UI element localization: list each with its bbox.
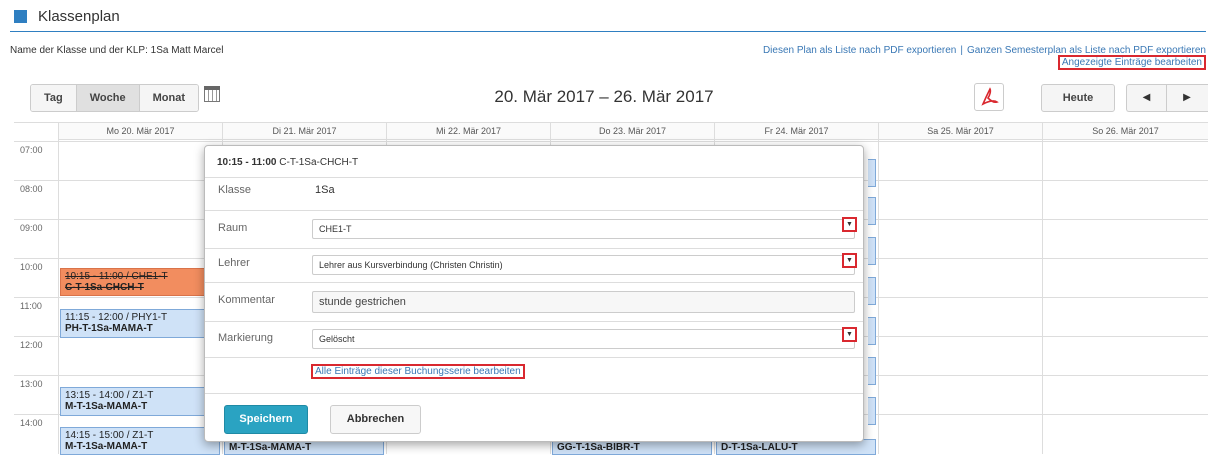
class-klp-name: Name der Klasse und der KLP: 1Sa Matt Ma…: [10, 45, 224, 56]
calendar-event-edge[interactable]: [868, 277, 876, 305]
divider: [205, 282, 863, 283]
raum-label: Raum: [218, 222, 248, 234]
divider: [205, 357, 863, 358]
time-label: 09:00: [20, 223, 43, 233]
divider: [205, 248, 863, 249]
calendar-event-edge[interactable]: [868, 357, 876, 385]
raum-select[interactable]: CHE1-T ▼: [312, 217, 857, 239]
divider: [205, 393, 863, 394]
event-title: D-T-1Sa-LALU-T: [721, 442, 798, 453]
chevron-down-icon[interactable]: ▼: [842, 327, 857, 342]
calendar-event[interactable]: 13:15 - 14:00 / Z1-T M-T-1Sa-MAMA-T: [60, 387, 220, 416]
calendar-event[interactable]: 11:15 - 12:00 / PHY1-T PH-T-1Sa-MAMA-T: [60, 309, 220, 338]
hour-gridline: [14, 141, 1208, 142]
day-header: Fr 24. Mär 2017: [714, 123, 878, 140]
klasse-value: 1Sa: [315, 184, 335, 196]
popup-title: 10:15 - 11:00 C-T-1Sa-CHCH-T: [217, 157, 358, 168]
save-button[interactable]: Speichern: [224, 405, 308, 434]
event-time: 10:15 - 11:00 / CHE1-T: [65, 271, 168, 282]
event-title: M-T-1Sa-MAMA-T: [229, 442, 312, 453]
calendar-event[interactable]: 10:15 - 11:00 / CHE1-T C-T-1Sa-CHCH-T: [60, 268, 220, 296]
prev-week-button[interactable]: ◀: [1127, 85, 1167, 111]
markierung-select-value: Gelöscht: [319, 334, 355, 344]
day-header: Mo 20. Mär 2017: [58, 123, 222, 140]
day-column-divider: [58, 123, 59, 454]
event-title: GG-T-1Sa-BIBR-T: [557, 442, 640, 453]
divider: [205, 177, 863, 178]
day-column-divider: [1042, 123, 1043, 454]
calendar-event-edge[interactable]: [868, 237, 876, 265]
day-header: Mi 22. Mär 2017: [386, 123, 550, 140]
calendar-event[interactable]: 14:15 - 15:00 / Z1-T M-T-1Sa-MAMA-T: [60, 427, 220, 455]
pdf-icon: [981, 87, 999, 106]
event-time: 14:15 - 15:00 / Z1-T: [65, 430, 154, 441]
calendar-event-edge[interactable]: [868, 197, 876, 225]
time-label: 14:00: [20, 418, 43, 428]
kommentar-label: Kommentar: [218, 294, 275, 306]
raum-select-value: CHE1-T: [319, 224, 352, 234]
pdf-export-button[interactable]: [974, 83, 1004, 111]
event-title: M-T-1Sa-MAMA-T: [65, 441, 148, 452]
edit-displayed-entries-link[interactable]: Angezeigte Einträge bearbeiten: [1057, 55, 1206, 70]
kommentar-input[interactable]: stunde gestrichen: [312, 291, 855, 313]
lehrer-label: Lehrer: [218, 257, 250, 269]
cancel-button[interactable]: Abbrechen: [330, 405, 421, 434]
chevron-down-icon[interactable]: ▼: [842, 253, 857, 268]
date-range-title: 20. Mär 2017 – 26. Mär 2017: [494, 87, 714, 106]
today-button[interactable]: Heute: [1041, 84, 1115, 112]
calendar-toolbar: Tag Woche Monat 20. Mär 2017 – 26. Mär 2…: [0, 80, 1208, 114]
event-title: M-T-1Sa-MAMA-T: [65, 401, 148, 412]
time-label: 10:00: [20, 262, 43, 272]
chevron-down-icon[interactable]: ▼: [842, 217, 857, 232]
popup-event-name: C-T-1Sa-CHCH-T: [279, 157, 359, 168]
day-header: Di 21. Mär 2017: [222, 123, 386, 140]
markierung-select[interactable]: Gelöscht ▼: [312, 327, 857, 349]
day-header: So 26. Mär 2017: [1042, 123, 1208, 140]
event-time: 11:15 - 12:00 / PHY1-T: [65, 312, 168, 323]
link-separator: |: [960, 45, 963, 56]
divider: [205, 210, 863, 211]
title-marker: [14, 10, 27, 23]
edit-series-link[interactable]: Alle Einträge dieser Buchungsserie bearb…: [311, 364, 525, 379]
page-title: Klassenplan: [38, 8, 120, 25]
time-label: 13:00: [20, 379, 43, 389]
calendar-event-edge[interactable]: [868, 159, 876, 187]
event-time: 13:15 - 14:00 / Z1-T: [65, 390, 154, 401]
day-header: Do 23. Mär 2017: [550, 123, 714, 140]
event-title: C-T-1Sa-CHCH-T: [65, 282, 144, 293]
lehrer-select[interactable]: Lehrer aus Kursverbindung (Christen Chri…: [312, 253, 857, 275]
time-label: 12:00: [20, 340, 43, 350]
event-title: PH-T-1Sa-MAMA-T: [65, 323, 153, 334]
time-label: 08:00: [20, 184, 43, 194]
calendar-event-edge[interactable]: [868, 317, 876, 345]
calendar-event-edge[interactable]: [868, 397, 876, 425]
event-edit-popup: 10:15 - 11:00 C-T-1Sa-CHCH-T Klasse 1Sa …: [204, 145, 864, 442]
day-header: Sa 25. Mär 2017: [878, 123, 1042, 140]
week-navigation: ◀ ▶: [1126, 84, 1208, 112]
day-column-divider: [878, 123, 879, 454]
time-label: 11:00: [20, 301, 42, 311]
popup-time: 10:15 - 11:00: [217, 157, 277, 168]
klasse-label: Klasse: [218, 184, 252, 196]
next-week-button[interactable]: ▶: [1167, 85, 1207, 111]
page-header: Klassenplan: [10, 8, 1206, 32]
time-label: 07:00: [20, 145, 43, 155]
divider: [205, 321, 863, 322]
export-list-link[interactable]: Diesen Plan als Liste nach PDF exportier…: [763, 45, 956, 56]
lehrer-select-value: Lehrer aus Kursverbindung (Christen Chri…: [319, 260, 503, 270]
markierung-label: Markierung: [218, 332, 274, 344]
